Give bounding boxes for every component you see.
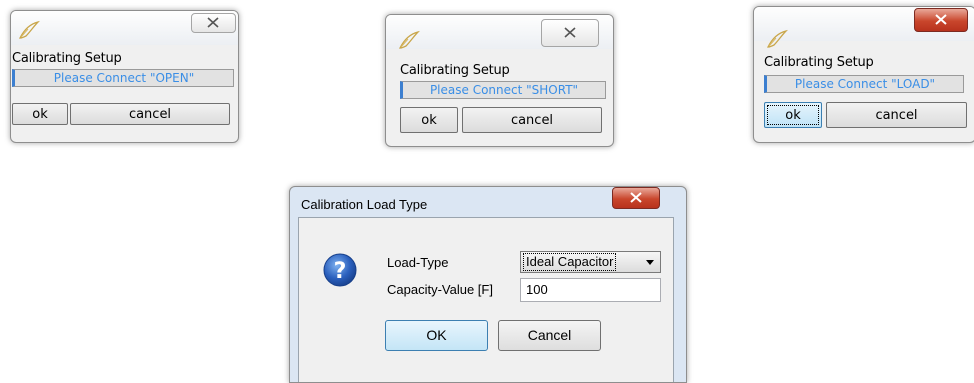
- dialog-title: Calibrating Setup: [400, 63, 510, 78]
- cancel-button[interactable]: cancel: [70, 103, 230, 125]
- load-type-selected-value: Ideal Capacitor: [522, 253, 617, 271]
- dialog-title: Calibration Load Type: [301, 197, 428, 212]
- close-button[interactable]: [191, 13, 236, 33]
- feather-pen-icon: [18, 20, 40, 39]
- close-button[interactable]: [612, 187, 660, 209]
- close-icon: [207, 17, 219, 28]
- feather-pen-icon: [398, 30, 420, 49]
- close-button[interactable]: [914, 8, 968, 32]
- svg-text:?: ?: [334, 259, 347, 284]
- chevron-down-icon: [646, 260, 654, 265]
- close-icon: [564, 27, 576, 38]
- load-type-select[interactable]: Ideal Capacitor: [520, 251, 661, 273]
- dialog-title: Calibrating Setup: [764, 55, 874, 70]
- ok-button[interactable]: OK: [385, 320, 488, 351]
- status-message: Please Connect "OPEN": [12, 69, 234, 87]
- ok-button[interactable]: ok: [12, 103, 68, 125]
- dialog-title: Calibrating Setup: [12, 51, 122, 66]
- calibrating-dialog-load: Calibrating Setup Please Connect "LOAD" …: [753, 6, 974, 143]
- cancel-button[interactable]: Cancel: [498, 320, 601, 351]
- calibrating-dialog-short: Calibrating Setup Please Connect "SHORT"…: [385, 14, 614, 147]
- close-icon: [935, 14, 947, 25]
- feather-pen-icon: [766, 29, 788, 48]
- status-message: Please Connect "SHORT": [400, 81, 606, 99]
- close-icon: [630, 192, 642, 203]
- ok-button[interactable]: ok: [400, 107, 458, 133]
- close-button[interactable]: [541, 19, 599, 47]
- status-message: Please Connect "LOAD": [764, 75, 964, 93]
- capacity-value-input[interactable]: 100: [520, 278, 661, 302]
- ok-button[interactable]: ok: [764, 102, 822, 128]
- cancel-button[interactable]: cancel: [462, 107, 602, 133]
- load-type-label: Load-Type: [387, 255, 449, 270]
- question-icon: ?: [323, 253, 357, 287]
- cancel-button[interactable]: cancel: [826, 102, 967, 128]
- calibrating-dialog-open: Calibrating Setup Please Connect "OPEN" …: [10, 10, 239, 143]
- capacity-value-label: Capacity-Value [F]: [387, 282, 493, 297]
